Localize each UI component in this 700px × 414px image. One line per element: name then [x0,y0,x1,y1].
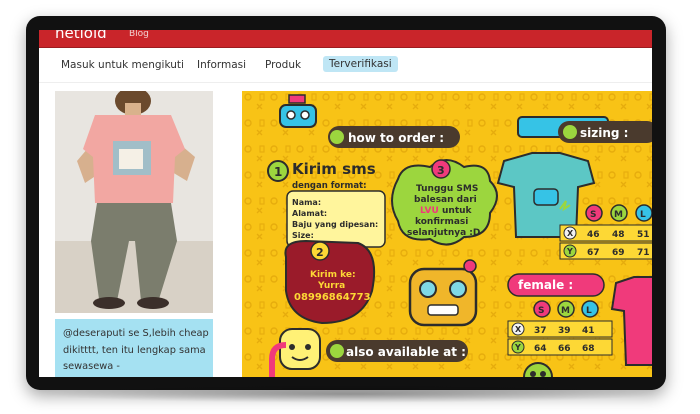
form-field-shirt: Baju yang dipesan: [292,220,378,229]
step-1-subtitle: dengan format: [292,181,367,191]
female-size-header-s: S [538,306,544,316]
male-row-x-label: X [567,229,574,238]
male-x-s: 46 [587,230,600,240]
nav-verified[interactable]: Terverifikasi [323,56,398,72]
step-3-number: 3 [437,164,445,177]
step-3-line-5: selanjutnya :D [407,228,480,238]
how-to-order-title: how to order : [348,131,444,145]
order-poster[interactable]: how to order : 1 Kirim sms dengan format… [242,91,652,377]
female-title: female : [518,278,573,292]
nav-bar: Masuk untuk mengikuti Informasi Produk T… [39,48,652,83]
profile-photo[interactable] [55,91,213,313]
male-x-m: 48 [612,230,625,240]
step-3-line-3: untuk [442,206,473,216]
top-bar: netlold Blog [39,30,652,48]
female-size-header-m: M [561,306,570,316]
sizing-title: sizing : [580,126,628,140]
step-3-line-4: konfirmasi [415,217,468,227]
step-3-line-1: Tunggu SMS [416,184,478,194]
step-1-title: Kirim sms [292,160,376,178]
poster-graphic: how to order : 1 Kirim sms dengan format… [242,91,652,377]
also-available-title: also available at : [346,345,466,359]
person-photo-illustration [55,91,213,313]
nav-products[interactable]: Produk [265,59,301,71]
toast-character-icon [279,328,321,370]
female-x-s: 37 [534,326,547,336]
female-size-header-l: L [586,306,592,316]
step-2-name: Yurra [317,281,345,291]
site-subtitle[interactable]: Blog [129,30,149,39]
site-logo[interactable]: netlold [55,30,107,42]
male-y-m: 69 [612,248,625,258]
size-header-s: S [590,210,596,220]
form-field-size: Size: [292,231,314,240]
female-row-x-label: X [515,325,522,334]
step-3-line-2: balesan dari [414,195,477,205]
male-x-l: 51 [637,230,650,240]
step-2-number: 2 [316,246,324,259]
device-shadow [40,385,660,403]
nav-follow[interactable]: Masuk untuk mengikuti [61,59,184,71]
male-y-l: 71 [637,248,650,258]
step-2-label: Kirim ke: [310,270,356,280]
female-y-s: 64 [534,344,547,354]
male-y-s: 67 [587,248,600,258]
nav-info[interactable]: Informasi [197,59,246,71]
female-row-y-label: Y [514,343,521,352]
size-header-l: L [640,210,646,220]
female-y-l: 68 [582,344,595,354]
female-x-m: 39 [558,326,571,336]
form-field-name: Nama: [292,198,321,207]
female-y-m: 66 [558,344,571,354]
male-row-y-label: Y [566,247,573,256]
step-3-brand: LVU [420,206,439,216]
step-2-phone: 08996864773 [294,292,371,303]
browser-screen: netlold Blog Masuk untuk mengikuti Infor… [39,30,652,377]
form-field-address: Alamat: [292,209,327,218]
caption-text: @deseraputi se S,lebih cheap dikitttt, t… [63,328,209,372]
size-header-m: M [614,210,623,220]
photo-caption: @deseraputi se S,lebih cheap dikitttt, t… [55,319,213,377]
center-robot-icon [408,259,478,327]
female-x-l: 41 [582,326,595,336]
step-1-number: 1 [274,165,282,179]
